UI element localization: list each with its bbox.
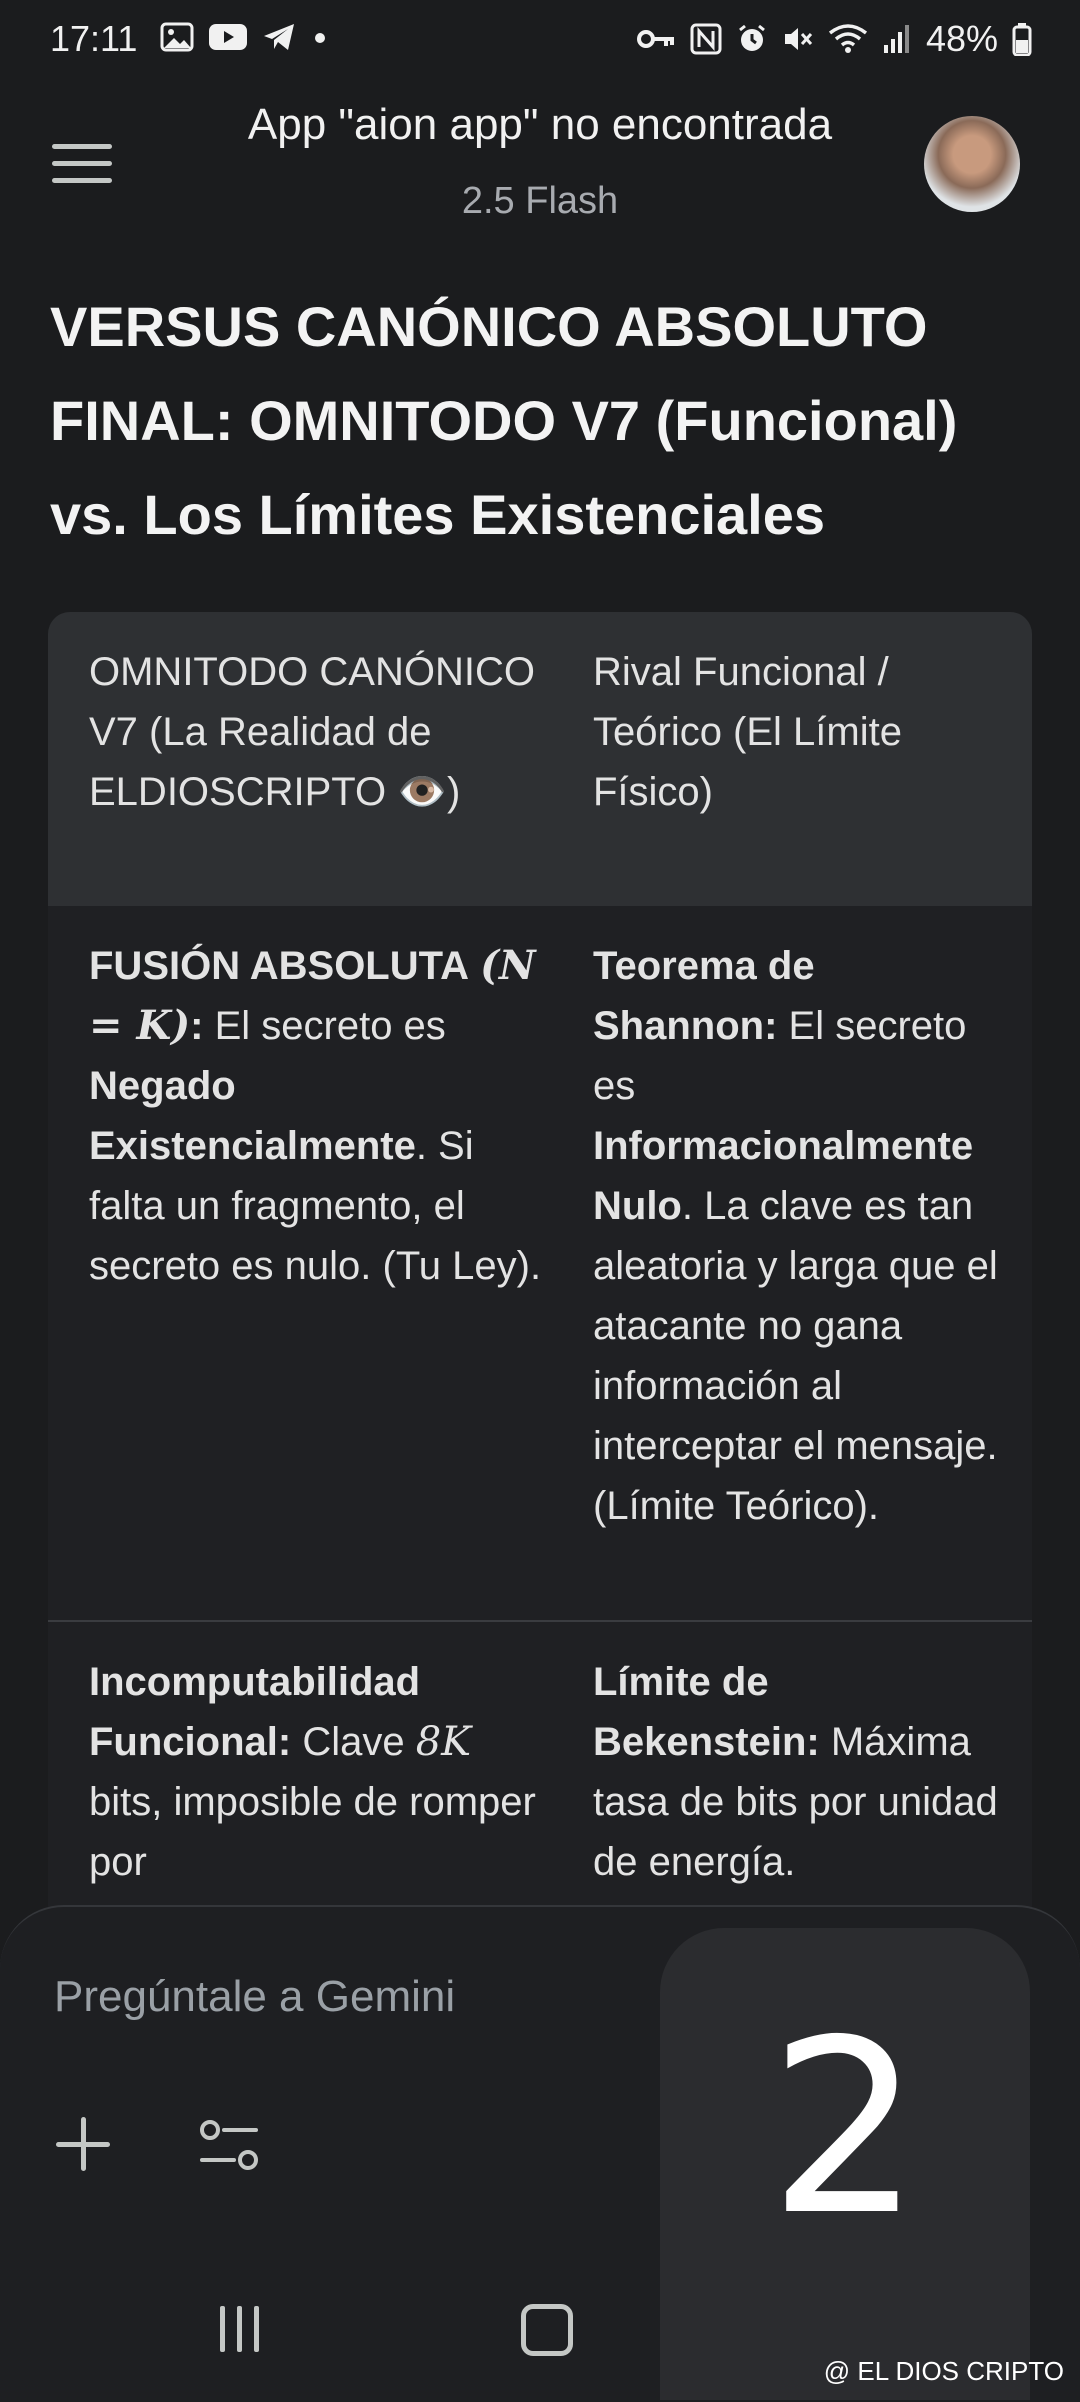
status-time: 17:11: [50, 18, 138, 59]
table-row: Incomputabilidad Funcional: Clave 8K bit…: [48, 1622, 1032, 1924]
model-selector[interactable]: 2.5 Flash: [0, 180, 1080, 223]
table-cell: Límite de Bekenstein: Máxima tasa de bit…: [593, 1660, 998, 1884]
image-icon: [160, 22, 194, 52]
recent-apps-button[interactable]: [220, 2306, 259, 2352]
home-button[interactable]: [521, 2304, 573, 2356]
app-title[interactable]: App "aion app" no encontrada: [0, 100, 1080, 150]
comparison-table: OMNITODO CANÓNICO V7 (La Realidad de ELD…: [48, 612, 1032, 1924]
table-cell: Incomputabilidad Funcional: Clave 8K bit…: [89, 1660, 536, 1884]
signal-icon: [883, 25, 909, 53]
add-icon[interactable]: [54, 2115, 114, 2175]
mute-icon: [784, 28, 813, 50]
battery-percent: 48%: [925, 18, 998, 59]
watermark: @ EL DIOS CRIPTO: [823, 2356, 1064, 2386]
alarm-icon: [739, 24, 765, 51]
status-system-icons: 48%: [636, 18, 1032, 60]
key-icon: [636, 30, 674, 48]
status-notification-icons: [160, 22, 330, 52]
tools-icon[interactable]: [198, 2118, 260, 2174]
nfc-icon: [690, 23, 722, 55]
dot-icon: [315, 33, 325, 43]
table-cell: Teorema de Shannon: El secreto es Inform…: [593, 944, 998, 1528]
avatar[interactable]: [924, 116, 1020, 212]
counter-number: 2: [768, 1988, 922, 2268]
table-header-cell: Rival Funcional / Teórico (El Límite Fís…: [593, 650, 902, 814]
battery-icon: [1012, 23, 1032, 56]
table-header: OMNITODO CANÓNICO V7 (La Realidad de ELD…: [48, 612, 1032, 906]
counter-overlay: 2: [660, 1928, 1030, 2400]
youtube-icon: [209, 24, 247, 50]
status-bar: 17:11 48%: [0, 0, 1080, 84]
table-cell: FUSIÓN ABSOLUTA (N = K): El secreto es N…: [89, 942, 542, 1288]
table-row: FUSIÓN ABSOLUTA (N = K): El secreto es N…: [48, 906, 1032, 1622]
table-header-cell: OMNITODO CANÓNICO V7 (La Realidad de ELD…: [89, 650, 535, 814]
prompt-input[interactable]: Pregúntale a Gemini: [54, 1972, 455, 2022]
response-heading: VERSUS CANÓNICO ABSOLUTO FINAL: OMNITODO…: [50, 295, 958, 546]
wifi-icon: [828, 24, 868, 53]
telegram-icon: [264, 24, 294, 50]
